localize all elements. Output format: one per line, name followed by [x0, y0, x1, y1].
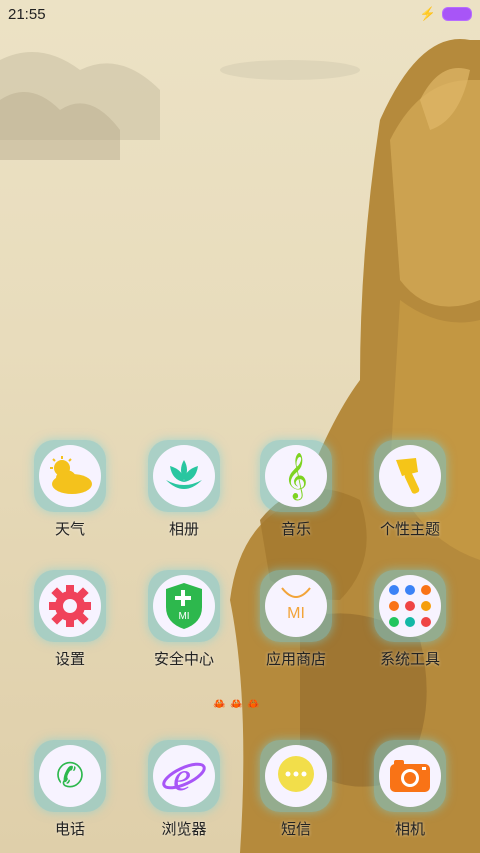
app-music[interactable]: 𝄞 音乐: [240, 440, 352, 550]
app-label: 相机: [394, 821, 425, 838]
gallery-icon: [166, 460, 202, 489]
camera-icon: [390, 760, 430, 792]
app-label: 安全中心: [153, 651, 214, 668]
music-icon: 𝄞: [284, 453, 308, 499]
app-label: 浏览器: [161, 821, 207, 838]
app-store-mi-text: MI: [287, 605, 305, 622]
app-settings[interactable]: 设置: [14, 570, 126, 680]
themes-icon: [396, 458, 420, 494]
page-indicator: 🦀 🦀 🦀: [213, 700, 261, 710]
bolt-icon: ⚡: [419, 6, 436, 21]
security-mi-text: MI: [178, 611, 189, 622]
settings-icon: [49, 585, 91, 627]
app-label: 音乐: [280, 521, 311, 538]
status-bar: 21:55 ⚡: [0, 0, 480, 28]
page-dot: 🦀: [213, 699, 226, 710]
app-label: 电话: [54, 821, 85, 838]
svg-text:e: e: [173, 754, 191, 799]
app-label: 个性主题: [379, 521, 440, 538]
app-label: 系统工具: [379, 651, 440, 668]
clock: 21:55: [8, 5, 46, 23]
app-gallery[interactable]: 相册: [128, 440, 240, 550]
app-label: 短信: [280, 821, 311, 838]
weather-icon: [50, 456, 92, 494]
browser-icon: e: [162, 754, 206, 799]
dock-phone[interactable]: ✆ 电话: [14, 740, 126, 850]
app-store-icon: MI: [281, 587, 311, 622]
page-dot: 🦀: [247, 699, 260, 710]
app-store[interactable]: MI 应用商店: [240, 570, 352, 680]
wallpaper: [0, 39, 480, 853]
app-security[interactable]: MI 安全中心: [128, 570, 240, 680]
messages-icon: [278, 756, 314, 792]
status-right: ⚡: [420, 6, 472, 22]
dock-messages[interactable]: 短信: [240, 740, 352, 850]
folder-icon: [389, 585, 431, 627]
dock-browser[interactable]: e 浏览器: [128, 740, 240, 850]
app-weather[interactable]: 天气: [14, 440, 126, 550]
battery-icon: [442, 7, 472, 21]
folder-system-tools[interactable]: 系统工具: [354, 570, 466, 680]
security-icon: MI: [166, 583, 202, 629]
dock-camera[interactable]: 相机: [354, 740, 466, 850]
page-dot-active: 🦀: [230, 699, 243, 710]
app-label: 天气: [54, 521, 85, 538]
phone-icon: ✆: [55, 757, 85, 795]
app-themes[interactable]: 个性主题: [354, 440, 466, 550]
app-label: 应用商店: [265, 651, 326, 668]
app-label: 设置: [54, 651, 85, 668]
app-label: 相册: [168, 521, 199, 538]
